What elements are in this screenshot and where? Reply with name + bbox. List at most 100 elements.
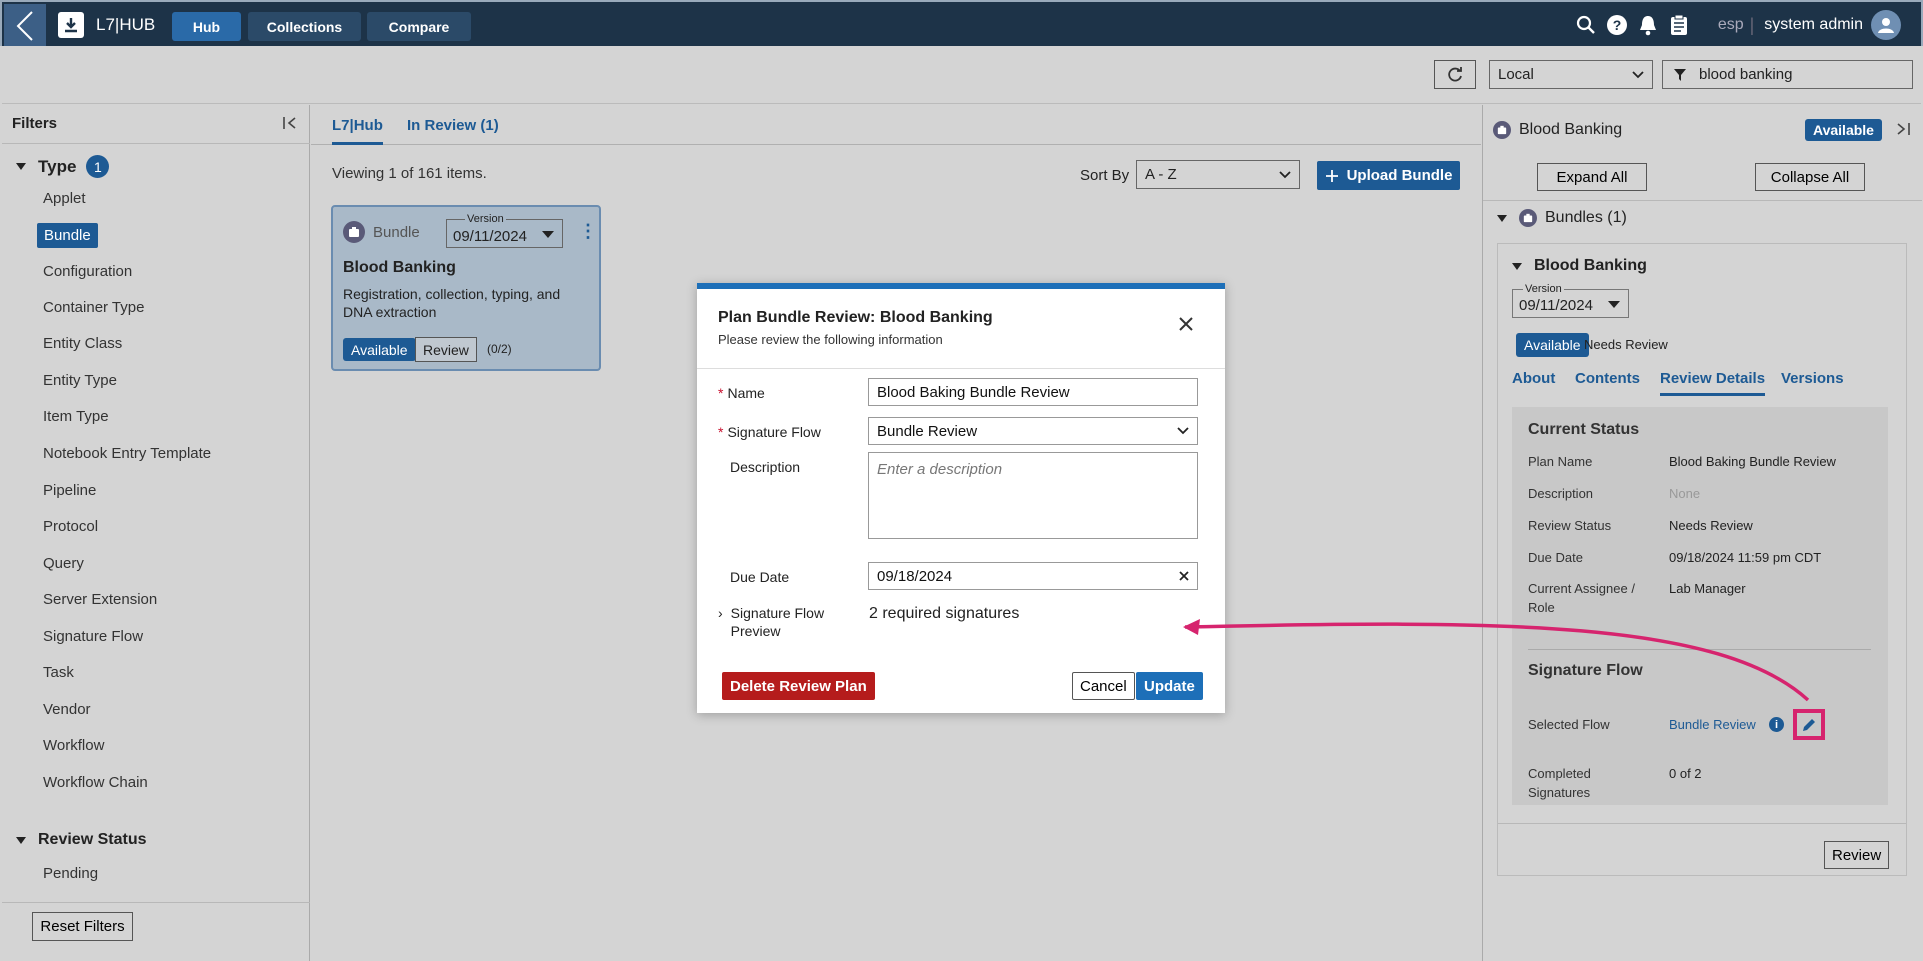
clipboard-icon[interactable] (1665, 11, 1693, 39)
filter-applet[interactable]: Applet (43, 190, 86, 207)
cancel-button[interactable]: Cancel (1072, 672, 1135, 700)
filter-protocol[interactable]: Protocol (43, 518, 98, 535)
type-group-label: Type (38, 156, 77, 176)
bundles-group-toggle[interactable]: Bundles (1) (1497, 209, 1627, 227)
upload-bundle-button[interactable]: Upload Bundle (1317, 161, 1460, 190)
clear-icon[interactable] (1179, 571, 1189, 581)
review-status-label: Review Status (1528, 518, 1612, 533)
user-name[interactable]: system admin (1764, 16, 1863, 34)
app-logo[interactable]: L7|HUB (58, 12, 155, 38)
assignee-value: Lab Manager (1669, 581, 1746, 596)
edit-flow-button[interactable] (1793, 709, 1825, 740)
bundle-toggle[interactable]: Blood Banking (1512, 257, 1647, 275)
bundle-icon (1519, 209, 1537, 227)
user-icon (1878, 18, 1894, 33)
name-label: * Name (718, 385, 765, 401)
plan-name-value: Blood Baking Bundle Review (1669, 454, 1836, 469)
signature-flow-preview-toggle[interactable]: › Signature Flow Preview (718, 604, 841, 640)
signature-flow-label: * Signature Flow (718, 424, 821, 440)
type-group-toggle[interactable]: Type 1 (16, 155, 110, 178)
bell-icon[interactable] (1634, 11, 1662, 39)
filter-item-type[interactable]: Item Type (43, 408, 109, 425)
tab-versions[interactable]: Versions (1781, 370, 1844, 387)
tab-about[interactable]: About (1512, 370, 1555, 387)
status-badge: Available (343, 338, 416, 361)
filter-pending[interactable]: Pending (43, 865, 98, 882)
name-value: Blood Baking Bundle Review (877, 383, 1070, 401)
help-icon[interactable]: ? (1603, 11, 1631, 39)
language-selector[interactable]: esp (1718, 16, 1744, 34)
refresh-button[interactable] (1434, 60, 1476, 89)
tab-in-review[interactable]: In Review (1) (407, 117, 499, 134)
info-icon[interactable]: i (1769, 717, 1784, 732)
status-badge: Available (1805, 119, 1882, 141)
completed-signatures-label: Completed Signatures (1528, 766, 1591, 800)
filter-notebook-entry-template[interactable]: Notebook Entry Template (43, 445, 211, 462)
selected-flow-label: Selected Flow (1528, 717, 1610, 732)
current-status-heading: Current Status (1528, 421, 1640, 438)
plus-icon (1325, 169, 1338, 182)
tab-l7hub[interactable]: L7|Hub (332, 117, 383, 145)
caret-down-icon (16, 836, 26, 844)
filter-vendor[interactable]: Vendor (43, 701, 91, 718)
bundle-icon (343, 221, 365, 243)
due-date-field[interactable]: 09/18/2024 (868, 562, 1198, 590)
filter-signature-flow[interactable]: Signature Flow (43, 628, 143, 645)
caret-down-icon (1497, 214, 1507, 222)
expand-all-button[interactable]: Expand All (1537, 163, 1647, 191)
name-field[interactable]: Blood Baking Bundle Review (868, 378, 1198, 406)
kebab-menu-icon[interactable]: ⋮ (579, 221, 597, 242)
description-field[interactable]: Enter a description (868, 452, 1198, 539)
review-button[interactable]: Review (1824, 841, 1890, 869)
collapse-panel-icon[interactable] (1895, 121, 1911, 141)
tab-compare-label: Compare (388, 18, 450, 35)
filter-entity-type[interactable]: Entity Type (43, 372, 117, 389)
chevron-down-icon (1279, 170, 1291, 178)
card-version-value: 09/11/2024 (453, 228, 527, 245)
chevron-down-icon (1632, 70, 1644, 78)
filter-configuration[interactable]: Configuration (43, 263, 132, 280)
filter-pipeline[interactable]: Pipeline (43, 482, 96, 499)
version-select[interactable]: Version 09/11/2024 (1512, 283, 1629, 318)
sort-value: A - Z (1145, 166, 1177, 183)
filter-bundle[interactable]: Bundle (37, 223, 98, 248)
filter-value: blood banking (1699, 66, 1793, 83)
reset-filters-button[interactable]: Reset Filters (32, 912, 133, 941)
filter-input[interactable]: blood banking (1662, 60, 1913, 89)
card-title[interactable]: Blood Banking (343, 259, 456, 277)
card-version-select[interactable]: Version 09/11/2024 (446, 213, 563, 248)
back-button[interactable] (4, 4, 46, 46)
filter-task[interactable]: Task (43, 664, 74, 681)
filter-workflow[interactable]: Workflow (43, 737, 104, 754)
delete-review-plan-button[interactable]: Delete Review Plan (722, 672, 875, 700)
svg-text:?: ? (1613, 17, 1622, 33)
separator: | (1749, 14, 1755, 35)
collapse-all-button[interactable]: Collapse All (1755, 163, 1865, 191)
tab-hub[interactable]: Hub (172, 12, 241, 41)
filter-query[interactable]: Query (43, 555, 84, 572)
search-icon[interactable] (1572, 11, 1600, 39)
review-state: Needs Review (1584, 337, 1668, 352)
signature-flow-preview-label: Signature Flow Preview (730, 605, 825, 639)
tab-collections[interactable]: Collections (248, 12, 361, 41)
tab-compare[interactable]: Compare (367, 12, 471, 41)
selected-flow-link[interactable]: Bundle Review (1669, 715, 1756, 734)
bundle-card[interactable]: Bundle Version 09/11/2024 ⋮ Blood Bankin… (331, 205, 601, 371)
update-button[interactable]: Update (1136, 672, 1203, 700)
caret-down-icon (1608, 301, 1620, 308)
scope-select[interactable]: Local (1489, 60, 1653, 89)
tab-contents[interactable]: Contents (1575, 370, 1640, 387)
review-status-group-toggle[interactable]: Review Status (16, 831, 146, 849)
filter-container-type[interactable]: Container Type (43, 299, 144, 316)
signature-flow-select[interactable]: Bundle Review (868, 417, 1198, 445)
collapse-sidebar-icon[interactable] (282, 115, 298, 135)
detail-tabs: About Contents Review Details Versions (1512, 370, 1887, 400)
tab-review-details[interactable]: Review Details (1660, 370, 1766, 396)
sort-select[interactable]: A - Z (1136, 160, 1300, 189)
filter-entity-class[interactable]: Entity Class (43, 335, 122, 352)
filter-workflow-chain[interactable]: Workflow Chain (43, 774, 148, 791)
card-review-button[interactable]: Review (415, 337, 477, 362)
close-icon[interactable] (1178, 316, 1194, 336)
filter-server-extension[interactable]: Server Extension (43, 591, 157, 608)
avatar[interactable] (1871, 10, 1901, 40)
